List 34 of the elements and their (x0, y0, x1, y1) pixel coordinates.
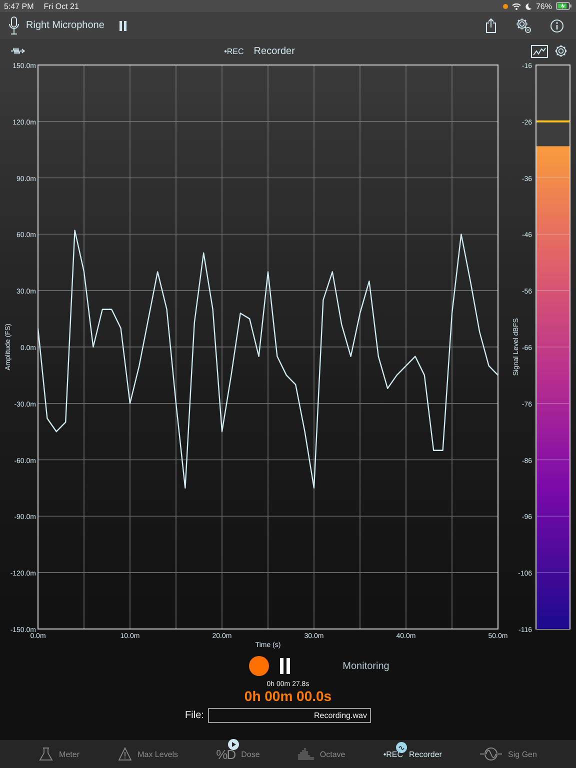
settings-icon[interactable] (515, 17, 532, 34)
battery-percent: 76% (536, 2, 552, 10)
record-button[interactable] (248, 656, 269, 676)
dot-icon (502, 4, 508, 8)
tab[interactable]: Meter (39, 739, 80, 761)
status-time: 5:47 PM (4, 2, 34, 10)
microphone-icon (8, 16, 20, 36)
moon-icon (524, 2, 532, 10)
waveform-icon[interactable] (10, 46, 28, 56)
recording-duration: 0h 00m 00.0s (244, 688, 332, 704)
status-date: Fri Oct 21 (44, 2, 79, 10)
chart-icon[interactable] (531, 44, 548, 58)
tab[interactable]: Max Levels (118, 739, 178, 761)
tab[interactable]: %D Dose (216, 738, 260, 762)
bar-graph-icon (298, 747, 314, 761)
share-icon[interactable] (485, 18, 497, 33)
settings-icon[interactable] (554, 44, 568, 58)
screen-title: Recorder (254, 46, 295, 56)
monitoring-status: Monitoring (342, 660, 390, 672)
file-name-field[interactable]: Recording.wav (208, 708, 371, 723)
tab[interactable]: Octave (298, 739, 346, 761)
info-icon[interactable] (550, 18, 564, 32)
wifi-icon (512, 2, 521, 10)
battery-icon (556, 2, 572, 10)
tab-icon-text: %D (216, 746, 236, 762)
input-device-name[interactable]: Right Microphone (26, 20, 104, 31)
pause-button[interactable] (278, 658, 291, 674)
recording-indicator: •REC (224, 46, 244, 56)
tab[interactable]: Sig Gen (480, 739, 537, 761)
flask-icon (39, 747, 54, 761)
sine-wave-icon (480, 747, 502, 761)
file-label: File: (185, 710, 204, 721)
warning-icon (118, 747, 132, 761)
pause-icon[interactable] (118, 20, 128, 32)
